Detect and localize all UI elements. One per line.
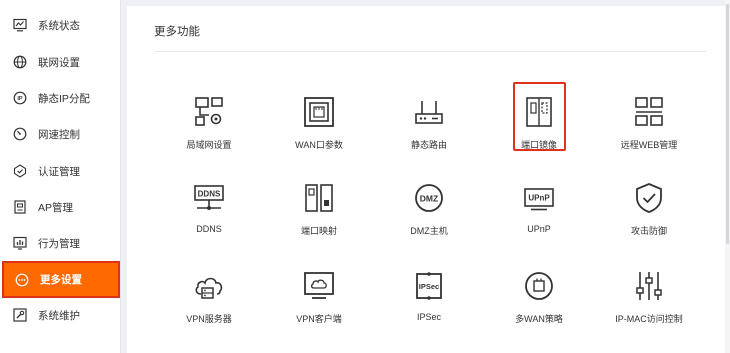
sidebar-item-ap[interactable]: AP管理	[2, 190, 120, 224]
vpn-client-icon	[299, 266, 339, 306]
feature-multi-wan[interactable]: 多WAN策略	[494, 266, 584, 326]
ip-mac-sliders-icon	[629, 266, 669, 306]
feature-label: 多WAN策略	[515, 314, 563, 324]
feature-vpn-client[interactable]: VPN客户端	[274, 266, 364, 326]
upnp-icon-text: UPnP	[528, 194, 550, 203]
sidebar-item-static-ip[interactable]: IP 静态IP分配	[2, 81, 120, 115]
feature-lan-settings[interactable]: 局域网设置	[164, 92, 254, 152]
selection-highlight	[513, 82, 566, 151]
remote-web-icon	[629, 92, 669, 132]
sidebar-item-system-status[interactable]: 系统状态	[2, 8, 120, 42]
sidebar-item-network[interactable]: 联网设置	[2, 45, 120, 79]
scrollbar-thumb[interactable]	[726, 4, 729, 244]
feature-label: DDNS	[196, 224, 222, 234]
page-title: 更多功能	[154, 26, 200, 38]
dmz-icon-text: DMZ	[420, 194, 438, 204]
wrench-icon	[12, 307, 28, 323]
chart-monitor-icon	[12, 17, 28, 33]
feature-label: DMZ主机	[410, 226, 448, 236]
divider	[154, 51, 706, 52]
shield-defense-icon	[629, 178, 669, 218]
sidebar-item-label: 联网设置	[38, 56, 80, 69]
more-features-panel: 更多功能 局域网设置 WAN口参数 静态路由 端口镜像 远程WEB管理 DDNS	[127, 6, 725, 353]
feature-static-route[interactable]: 静态路由	[384, 92, 474, 152]
sidebar-item-label: 认证管理	[38, 165, 80, 178]
feature-label: VPN服务器	[186, 314, 232, 324]
sidebar-item-speed-control[interactable]: 网速控制	[2, 117, 120, 151]
feature-label: UPnP	[527, 224, 551, 234]
feature-dmz-host[interactable]: DMZ DMZ主机	[384, 178, 474, 238]
ipsec-icon: IPSec	[409, 266, 449, 306]
feature-label: 攻击防御	[630, 226, 667, 236]
sidebar-item-label: 行为管理	[38, 237, 80, 250]
feature-label: IPSec	[416, 312, 441, 322]
feature-label: IP-MAC访问控制	[615, 314, 683, 324]
feature-label: 局域网设置	[186, 140, 232, 150]
feature-label: VPN客户端	[296, 314, 342, 324]
sidebar-item-label: AP管理	[38, 201, 74, 214]
feature-remote-web[interactable]: 远程WEB管理	[604, 92, 694, 152]
more-dots-icon	[14, 272, 30, 288]
feature-ip-mac-control[interactable]: IP-MAC访问控制	[604, 266, 694, 326]
ap-device-icon	[12, 199, 28, 215]
ddns-icon: DDNS	[189, 178, 229, 218]
router-icon	[409, 92, 449, 132]
sidebar-item-more-settings[interactable]: 更多设置	[2, 261, 120, 298]
sidebar-item-behavior[interactable]: 行为管理	[2, 226, 120, 260]
wan-port-icon	[299, 92, 339, 132]
sidebar-item-maintenance[interactable]: 系统维护	[2, 298, 120, 332]
feature-label: WAN口参数	[295, 140, 343, 150]
sidebar-item-label: 网速控制	[38, 128, 80, 141]
feature-wan-params[interactable]: WAN口参数	[274, 92, 364, 152]
sidebar-item-label: 静态IP分配	[38, 92, 90, 105]
feature-label: 端口映射	[300, 226, 337, 236]
sidebar-item-label: 系统状态	[38, 19, 80, 32]
ip-icon: IP	[12, 90, 28, 106]
speedometer-icon	[12, 126, 28, 142]
port-mapping-icon	[299, 178, 339, 218]
globe-icon	[12, 54, 28, 70]
multi-wan-icon	[519, 266, 559, 306]
lan-settings-icon	[189, 92, 229, 132]
feature-upnp[interactable]: UPnP UPnP	[494, 178, 584, 238]
bar-chart-icon	[12, 235, 28, 251]
dmz-icon: DMZ	[409, 178, 449, 218]
sidebar-item-auth[interactable]: 认证管理	[2, 154, 120, 188]
feature-label: 远程WEB管理	[620, 140, 678, 150]
vpn-server-icon	[189, 266, 229, 306]
feature-port-mapping[interactable]: 端口映射	[274, 178, 364, 238]
ipsec-icon-text: IPSec	[419, 282, 439, 291]
sidebar-item-label: 更多设置	[40, 274, 82, 286]
upnp-icon: UPnP	[519, 178, 559, 218]
shield-check-icon	[12, 163, 28, 179]
feature-ipsec[interactable]: IPSec IPSec	[384, 266, 474, 326]
feature-ddns[interactable]: DDNS DDNS	[164, 178, 254, 238]
ddns-icon-text: DDNS	[198, 190, 221, 199]
svg-text:IP: IP	[17, 96, 23, 102]
sidebar: 系统状态 联网设置 IP 静态IP分配 网速控制 认证管理 AP管理 行为管理	[0, 0, 121, 353]
sidebar-item-label: 系统维护	[38, 309, 80, 322]
scrollbar[interactable]	[725, 0, 730, 353]
feature-vpn-server[interactable]: VPN服务器	[164, 266, 254, 326]
feature-attack-defense[interactable]: 攻击防御	[604, 178, 694, 238]
feature-label: 静态路由	[410, 140, 447, 150]
